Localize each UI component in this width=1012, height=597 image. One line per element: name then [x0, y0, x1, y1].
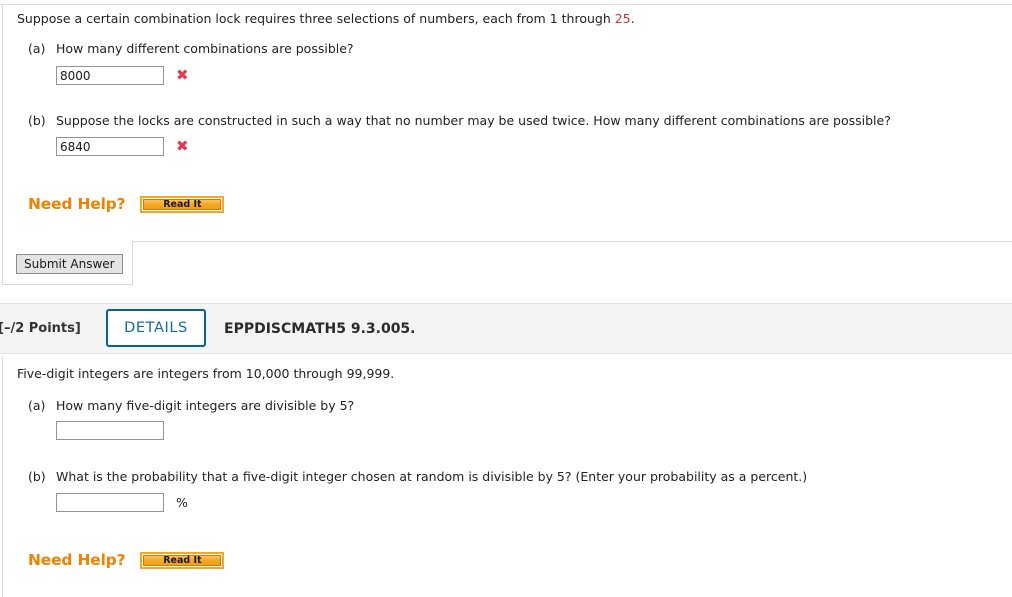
question-2-points: [–/2 Points] [0, 321, 81, 336]
question-2-code: EPPDISCMATH5 9.3.005. [224, 320, 416, 337]
question-2-part-b-answer-row: % [56, 493, 188, 512]
question-1-need-help: Need Help? Read It [28, 195, 225, 213]
question-1-stem: Suppose a certain combination lock requi… [17, 11, 635, 27]
question-1-part-b-prompt: (b) Suppose the locks are constructed in … [28, 113, 891, 129]
percent-symbol: % [176, 495, 188, 510]
question-2-part-a-answer-row [56, 421, 164, 440]
question-1-part-a-prompt: (a) How many different combinations are p… [28, 41, 354, 57]
question-1-stem-text-before: Suppose a certain combination lock requi… [17, 11, 615, 26]
question-1-left-rail [2, 5, 3, 241]
question-1-part-a-answer-row: ✖ [56, 66, 189, 85]
submit-answer-button[interactable]: Submit Answer [16, 254, 123, 274]
question-2-part-b-prompt: (b) What is the probability that a five-d… [28, 469, 807, 485]
question-2-part-a-prompt: (a) How many five-digit integers are divi… [28, 398, 354, 414]
question-1-part-a-text: How many different combinations are poss… [56, 41, 354, 56]
question-1-part-b-text: Suppose the locks are constructed in suc… [56, 113, 891, 128]
read-it-button-label: Read It [143, 198, 222, 210]
question-1-stem-text-after: . [630, 11, 635, 26]
question-1-part-b-label: (b) [28, 113, 46, 128]
question-2-part-a-label: (a) [28, 398, 46, 413]
question-1-part-b-answer-input[interactable] [56, 137, 164, 156]
question-1-part-b-answer-row: ✖ [56, 137, 189, 156]
question-1-stem-highlight-number: 25 [614, 11, 631, 26]
question-2-need-help: Need Help? Read It [28, 551, 225, 569]
question-2-part-b-text: What is the probability that a five-digi… [56, 469, 808, 484]
question-2-left-rail [2, 357, 3, 597]
details-button[interactable]: DETAILS [106, 309, 206, 347]
question-2-part-a-text: How many five-digit integers are divisib… [56, 398, 355, 413]
question-2-part-a-answer-input[interactable] [56, 421, 164, 440]
incorrect-icon: ✖ [176, 66, 189, 84]
incorrect-icon: ✖ [176, 137, 189, 155]
read-it-button[interactable]: Read It [140, 551, 225, 569]
question-1-part-a-label: (a) [28, 41, 46, 56]
submit-panel-divider [133, 241, 1012, 242]
question-2-part-b-answer-input[interactable] [56, 493, 164, 512]
read-it-button-label: Read It [143, 554, 222, 566]
top-divider [0, 4, 1012, 5]
read-it-button[interactable]: Read It [140, 195, 225, 213]
question-2-part-b-label: (b) [28, 469, 46, 484]
need-help-label: Need Help? [28, 551, 126, 569]
question-1-part-a-answer-input[interactable] [56, 66, 164, 85]
question-2-stem: Five-digit integers are integers from 10… [17, 366, 395, 381]
need-help-label: Need Help? [28, 195, 126, 213]
assignment-page: Suppose a certain combination lock requi… [0, 0, 1012, 597]
